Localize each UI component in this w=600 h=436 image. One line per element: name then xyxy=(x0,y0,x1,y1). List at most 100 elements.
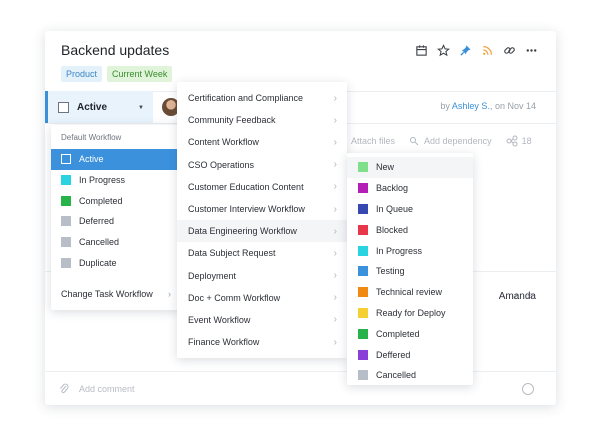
status-label: Cancelled xyxy=(376,370,417,381)
workflow-status-item[interactable]: Cancelled xyxy=(51,232,181,253)
paperclip-icon[interactable] xyxy=(59,383,69,395)
chevron-right-icon: › xyxy=(333,270,337,282)
workflow-list-menu: Certification and Compliance › Community F… xyxy=(177,82,347,358)
attach-label: Attach files xyxy=(351,136,396,146)
status-list-item[interactable]: In Queue xyxy=(347,199,473,220)
change-workflow-label: Change Task Workflow xyxy=(61,289,153,299)
status-label: In Progress xyxy=(79,175,126,186)
status-color-swatch xyxy=(358,203,368,214)
workflow-status-item[interactable]: Active xyxy=(51,149,181,170)
workflow-list-item[interactable]: CSO Operations › xyxy=(177,154,347,176)
workflow-status-item[interactable]: Completed xyxy=(51,190,181,211)
status-label: Deferred xyxy=(79,216,115,227)
status-color-swatch xyxy=(358,287,368,298)
calendar-icon[interactable] xyxy=(415,44,428,57)
tag-list: Product Current Week xyxy=(61,66,173,82)
add-dependency-button[interactable]: Add dependency xyxy=(409,136,492,147)
status-label: Backlog xyxy=(376,183,409,194)
status-list-item[interactable]: Backlog xyxy=(347,178,473,199)
status-list-item[interactable]: Cancelled xyxy=(347,365,473,386)
workflow-status-item[interactable]: Deferred xyxy=(51,211,181,232)
status-label: Technical review xyxy=(376,287,443,298)
workflow-name: Data Subject Request xyxy=(188,248,276,259)
status-color-swatch xyxy=(61,195,71,206)
workflow-list-item[interactable]: Customer Education Content › xyxy=(177,176,347,198)
chevron-right-icon: › xyxy=(333,203,337,215)
task-toolbar xyxy=(415,44,538,57)
chevron-right-icon: › xyxy=(333,92,337,104)
status-color-swatch xyxy=(61,237,71,248)
chevron-right-icon: › xyxy=(333,159,337,171)
workflow-status-menu: Default Workflow Active In Progress Comple… xyxy=(51,125,181,310)
task-title[interactable]: Backend updates xyxy=(61,42,169,58)
link-icon[interactable] xyxy=(503,44,516,57)
status-selector[interactable]: Active ▼ xyxy=(45,91,153,123)
author-line: by Ashley S., on Nov 14 xyxy=(440,101,536,111)
workflow-name: Doc + Comm Workflow xyxy=(188,292,281,303)
status-color-swatch xyxy=(358,224,368,235)
workflow-list-item[interactable]: Finance Workflow › xyxy=(177,331,347,353)
status-color-swatch xyxy=(358,307,368,318)
attach-files-button[interactable]: Attach files xyxy=(351,136,395,146)
chevron-right-icon: › xyxy=(333,225,337,237)
comment-input[interactable]: Add comment xyxy=(79,384,135,394)
workflow-status-item[interactable]: In Progress xyxy=(51,170,181,191)
more-icon[interactable] xyxy=(525,44,538,57)
star-icon[interactable] xyxy=(437,44,450,57)
status-label: Ready for Deploy xyxy=(376,307,446,318)
workflow-list-item[interactable]: Community Feedback › xyxy=(177,109,347,131)
workflow-list-item[interactable]: Doc + Comm Workflow › xyxy=(177,287,347,309)
author-link[interactable]: Ashley S. xyxy=(452,101,490,111)
status-color-swatch xyxy=(358,245,368,256)
by-prefix: by xyxy=(440,101,450,111)
change-task-workflow-item[interactable]: Change Task Workflow › xyxy=(51,284,181,304)
chevron-right-icon: › xyxy=(333,336,337,348)
status-color-swatch xyxy=(358,328,368,339)
status-label: Completed xyxy=(79,195,123,206)
status-color-swatch xyxy=(358,162,368,173)
workflow-list-item[interactable]: Customer Interview Workflow › xyxy=(177,198,347,220)
assignee-name[interactable]: Amanda xyxy=(499,291,536,302)
chevron-right-icon: › xyxy=(333,114,337,126)
status-label: Testing xyxy=(376,266,405,277)
status-label: In Queue xyxy=(376,203,414,214)
status-list-item[interactable]: In Progress xyxy=(347,240,473,261)
workflow-list-item[interactable]: Event Workflow › xyxy=(177,309,347,331)
subtasks-button[interactable]: 18 xyxy=(506,135,532,147)
status-label: Blocked xyxy=(376,224,409,235)
rss-icon[interactable] xyxy=(481,44,494,57)
status-label: Completed xyxy=(376,328,420,339)
status-color-swatch xyxy=(358,266,368,277)
tag-product[interactable]: Product xyxy=(61,66,103,82)
workflow-status-list-menu: New Backlog In Queue Blocked In Progress Test… xyxy=(347,153,473,385)
status-list-item[interactable]: Deffered xyxy=(347,344,473,365)
tag-current-week[interactable]: Current Week xyxy=(107,66,173,82)
status-label: In Progress xyxy=(376,245,423,256)
workflow-list-item[interactable]: Data Engineering Workflow › xyxy=(177,220,347,243)
status-list-item[interactable]: Technical review xyxy=(347,282,473,303)
workflow-status-item[interactable]: Duplicate xyxy=(51,252,181,273)
workflow-name: Certification and Compliance xyxy=(188,93,304,104)
workflow-list-item[interactable]: Certification and Compliance › xyxy=(177,87,347,109)
status-list-item[interactable]: Testing xyxy=(347,261,473,282)
chevron-right-icon: › xyxy=(333,247,337,259)
dependency-icon xyxy=(410,136,419,145)
subtask-count: 18 xyxy=(521,136,532,146)
status-label: Active xyxy=(79,154,104,165)
workflow-menu-header: Default Workflow xyxy=(61,133,122,142)
status-color-swatch xyxy=(358,370,368,381)
chevron-right-icon: › xyxy=(333,314,337,326)
workflow-list-item[interactable]: Deployment › xyxy=(177,265,347,287)
status-list-item[interactable]: Completed xyxy=(347,323,473,344)
status-list-item[interactable]: New xyxy=(347,157,473,178)
status-color-swatch xyxy=(358,183,368,194)
workflow-list-item[interactable]: Content Workflow › xyxy=(177,131,347,153)
status-checkbox[interactable] xyxy=(58,101,69,113)
workflow-name: Community Feedback xyxy=(188,115,276,126)
status-color-swatch xyxy=(61,154,71,165)
workflow-list-item[interactable]: Data Subject Request › xyxy=(177,242,347,264)
status-list-item[interactable]: Ready for Deploy xyxy=(347,303,473,324)
emoji-icon[interactable] xyxy=(522,383,534,395)
pin-icon[interactable] xyxy=(459,44,472,57)
status-list-item[interactable]: Blocked xyxy=(347,219,473,240)
